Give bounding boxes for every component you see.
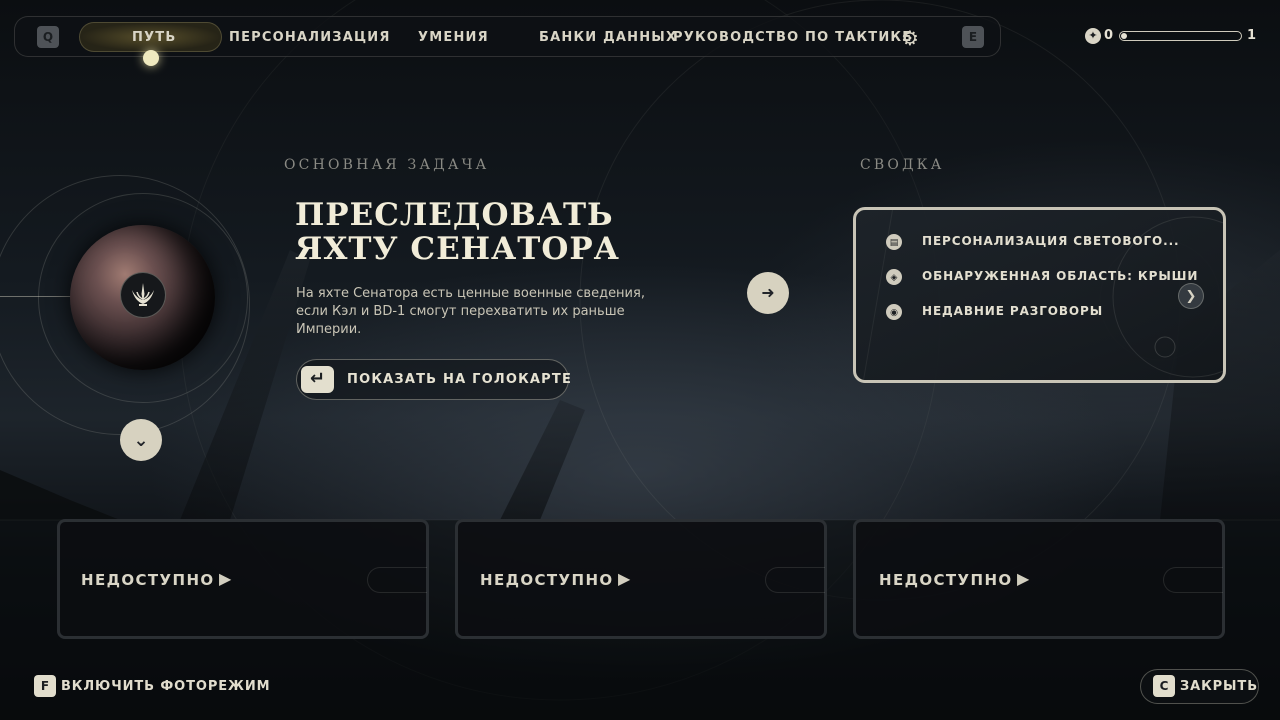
conversation-icon: ◉: [886, 304, 902, 320]
photo-mode-key[interactable]: F: [34, 675, 56, 697]
card-notch: [367, 567, 427, 593]
customization-icon: ▤: [886, 234, 902, 250]
jedi-order-emblem-icon: [120, 272, 166, 318]
summary-item-text: ПЕРСОНАЛИЗАЦИЯ СВЕТОВОГО...: [922, 234, 1180, 248]
tab-databank[interactable]: БАНКИ ДАННЫХ: [539, 30, 677, 46]
locked-card-label: НЕДОСТУПНО: [879, 571, 1013, 589]
chevron-right-icon: ▶: [219, 569, 232, 588]
gear-icon[interactable]: ⚙: [899, 27, 921, 49]
summary-item-text: НЕДАВНИЕ РАЗГОВОРЫ: [922, 304, 1104, 318]
skill-progress-bar: [1119, 31, 1242, 41]
enter-key-icon: ↵: [301, 366, 334, 393]
chevron-right-icon: ▶: [618, 569, 631, 588]
chevron-down-icon[interactable]: ⌄: [120, 419, 162, 461]
objective-title-line1: ПРЕСЛЕДОВАТЬ: [295, 197, 614, 233]
card-notch: [765, 567, 825, 593]
close-key[interactable]: C: [1153, 675, 1175, 697]
objective-title-line2: ЯХТУ СЕНАТОРА: [295, 231, 620, 267]
summary-item-text: ОБНАРУЖЕННАЯ ОБЛАСТЬ: КРЫШИ: [922, 269, 1199, 283]
locked-card-label: НЕДОСТУПНО: [81, 571, 215, 589]
tab-path[interactable]: ПУТЬ: [132, 30, 176, 46]
photo-mode-label[interactable]: ВКЛЮЧИТЬ ФОТОРЕЖИМ: [61, 679, 270, 694]
previous-tab-key[interactable]: Q: [37, 26, 59, 48]
active-tab-indicator: [143, 50, 159, 66]
chevron-right-icon: ▶: [1017, 569, 1030, 588]
skill-point-icon: ✦: [1085, 28, 1101, 44]
tab-tactical-guide[interactable]: РУКОВОДСТВО ПО ТАКТИКЕ: [673, 30, 912, 46]
skill-points-next: 1: [1247, 28, 1257, 43]
tab-customization[interactable]: ПЕРСОНАЛИЗАЦИЯ: [229, 30, 391, 46]
skill-points-current: 0: [1104, 28, 1114, 43]
planet-connector-line: [0, 296, 72, 297]
close-label[interactable]: ЗАКРЫТЬ: [1180, 679, 1258, 694]
skill-progress-fill: [1121, 33, 1127, 39]
objective-section-label: ОСНОВНАЯ ЗАДАЧА: [284, 157, 490, 173]
locked-card-label: НЕДОСТУПНО: [480, 571, 614, 589]
next-objective-arrow-icon[interactable]: ➜: [747, 272, 789, 314]
card-notch: [1163, 567, 1223, 593]
tab-skills[interactable]: УМЕНИЯ: [418, 30, 489, 46]
summary-section-label: СВОДКА: [860, 157, 945, 173]
next-tab-key[interactable]: E: [962, 26, 984, 48]
objective-description: На яхте Сенатора есть ценные военные све…: [296, 286, 645, 337]
chevron-right-icon[interactable]: ❯: [1178, 283, 1204, 309]
show-on-holomap-label: ПОКАЗАТЬ НА ГОЛОКАРТЕ: [347, 372, 573, 387]
discovered-area-icon: ◈: [886, 269, 902, 285]
objective-title: ПРЕСЛЕДОВАТЬ ЯХТУ СЕНАТОРА: [295, 198, 725, 266]
